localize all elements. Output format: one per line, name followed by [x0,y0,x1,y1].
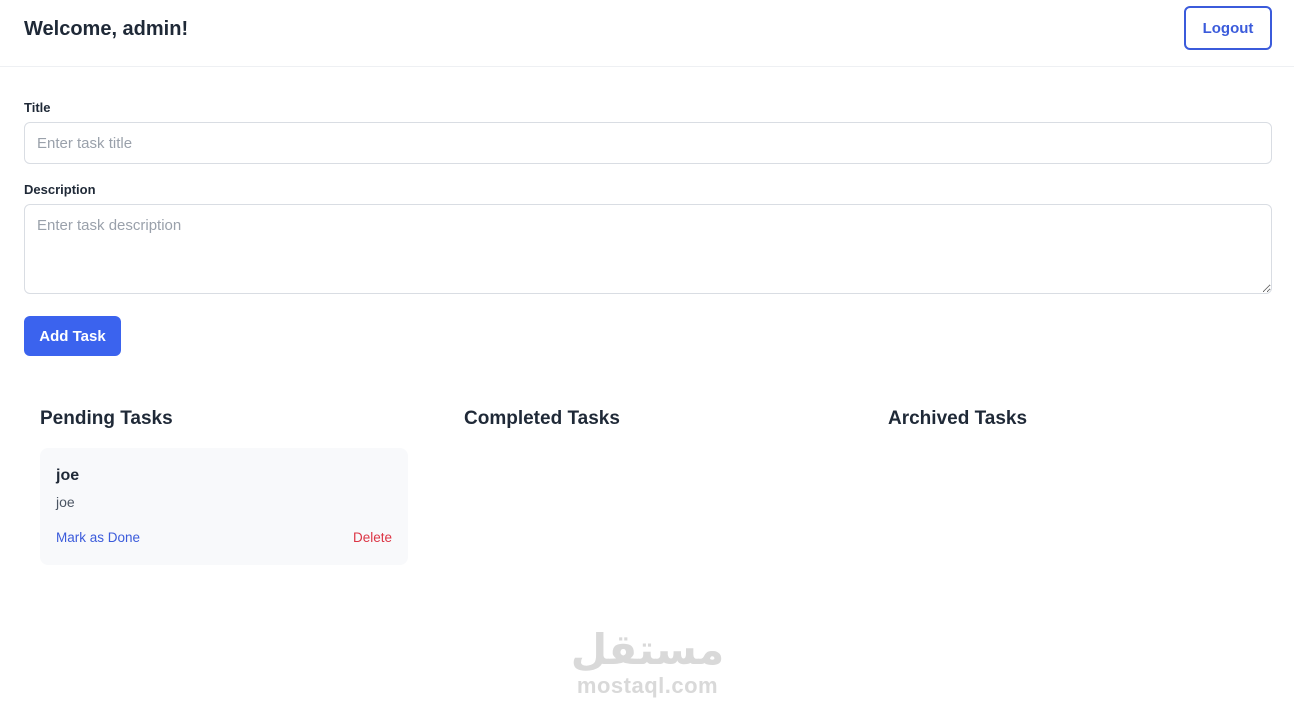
task-description: joe [56,494,75,510]
title-label: Title [24,100,51,115]
archived-tasks-heading: Archived Tasks [888,408,1028,429]
completed-tasks-heading: Completed Tasks [464,408,620,429]
add-task-button[interactable]: Add Task [24,316,121,356]
logout-button[interactable]: Logout [1184,6,1272,50]
task-description-input[interactable] [24,204,1272,294]
watermark-logo: مستقل mostaql.com [560,625,735,705]
watermark-latin-text: mostaql.com [576,673,719,698]
top-bar: Welcome, admin! Logout [0,0,1294,67]
delete-task-link[interactable]: Delete [353,530,392,545]
pending-tasks-heading: Pending Tasks [40,408,173,429]
task-card: joe joe Mark as Done Delete [40,448,408,565]
mark-as-done-link[interactable]: Mark as Done [56,530,140,545]
description-label: Description [24,182,96,197]
welcome-message: Welcome, admin! [24,18,189,40]
task-title-input[interactable] [24,122,1272,164]
task-title: joe [56,467,80,484]
watermark-arabic-text: مستقل [570,625,725,674]
